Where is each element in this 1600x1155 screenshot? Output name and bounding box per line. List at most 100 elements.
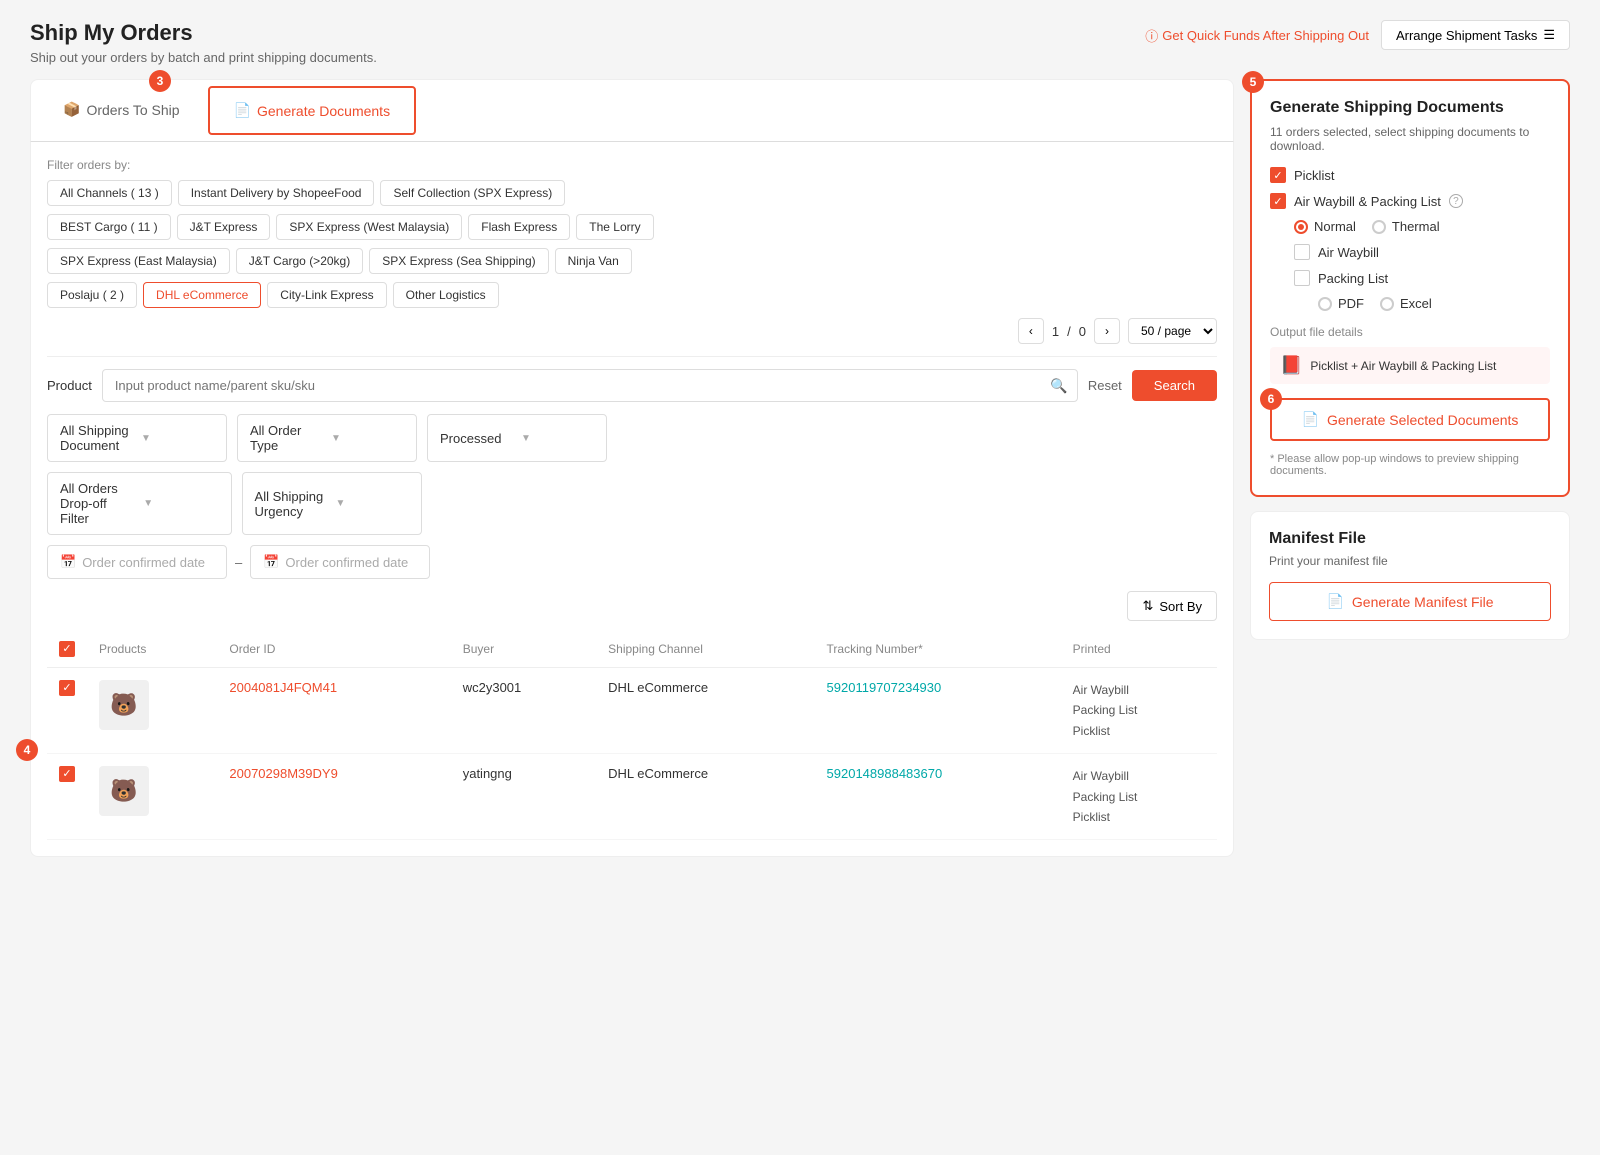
step6-badge: 6 [1260, 388, 1282, 410]
get-quick-funds-link[interactable]: ⓘ Get Quick Funds After Shipping Out [1145, 26, 1369, 45]
status-dropdown[interactable]: Processed ▼ [427, 414, 607, 462]
filter-chips-row4: Poslaju ( 2 ) DHL eCommerce City-Link Ex… [47, 282, 1217, 308]
date-start-input[interactable]: 📅 Order confirmed date [47, 545, 227, 579]
date-separator: – [235, 555, 242, 570]
sort-button[interactable]: ⇅ Sort By [1127, 591, 1217, 621]
radio-normal-inner [1298, 224, 1304, 230]
dropoff-dropdown[interactable]: All Orders Drop-off Filter ▼ [47, 472, 232, 535]
order-id-link-2[interactable]: 20070298M39DY9 [229, 766, 337, 781]
packing-list-label: Packing List [1318, 271, 1388, 286]
chip-other-logistics[interactable]: Other Logistics [393, 282, 499, 308]
chip-spx-west[interactable]: SPX Express (West Malaysia) [276, 214, 462, 240]
filter-label: Filter orders by: [47, 158, 1217, 172]
order-type-dropdown[interactable]: All Order Type ▼ [237, 414, 417, 462]
generate-manifest-button[interactable]: 📄 Generate Manifest File [1269, 582, 1551, 621]
output-section: Output file details 📕 Picklist + Air Way… [1270, 325, 1550, 384]
radio-normal[interactable]: Normal [1294, 219, 1356, 234]
popup-note: * Please allow pop-up windows to preview… [1270, 453, 1550, 477]
radio-pdf-label: PDF [1338, 296, 1364, 311]
radio-excel-dot [1380, 297, 1394, 311]
row-checkbox-2[interactable]: ✓ [59, 766, 75, 782]
chip-citylink[interactable]: City-Link Express [267, 282, 386, 308]
air-waybill-sub-option: Air Waybill [1294, 244, 1550, 260]
page-total: 0 [1079, 324, 1086, 339]
urgency-dropdown[interactable]: All Shipping Urgency ▼ [242, 472, 422, 535]
radio-excel[interactable]: Excel [1380, 296, 1432, 311]
date-end-input[interactable]: 📅 Order confirmed date [250, 545, 430, 579]
tab-orders-to-ship[interactable]: 📦 Orders To Ship [39, 87, 204, 134]
row-checkbox-1[interactable]: ✓ [59, 680, 75, 696]
product-thumbnail-1: 🐻 [99, 680, 149, 730]
picklist-option: ✓ Picklist [1270, 167, 1550, 183]
reset-button[interactable]: Reset [1088, 378, 1122, 393]
page-sep: / [1067, 324, 1071, 339]
manifest-icon: 📄 [1326, 593, 1343, 610]
search-icon: 🔍 [1050, 377, 1067, 394]
generate-btn-wrap: 6 📄 Generate Selected Documents [1270, 398, 1550, 441]
shipping-doc-dropdown[interactable]: All Shipping Document ▼ [47, 414, 227, 462]
chip-ninja-van[interactable]: Ninja Van [555, 248, 632, 274]
packing-format-radios: PDF Excel [1318, 296, 1550, 311]
chip-dhl[interactable]: DHL eCommerce [143, 282, 261, 308]
step3-badge: 3 [149, 70, 171, 92]
chip-all-channels[interactable]: All Channels ( 13 ) [47, 180, 172, 206]
check-icon: ✓ [62, 769, 71, 780]
air-waybill-packing-option: ✓ Air Waybill & Packing List ? [1270, 193, 1550, 209]
filter-dropdowns-row2: All Orders Drop-off Filter ▼ All Shippin… [47, 472, 1217, 535]
arrange-shipment-label: Arrange Shipment Tasks [1396, 28, 1537, 43]
shipping-channel-2: DHL eCommerce [596, 754, 814, 840]
output-file-name: Picklist + Air Waybill & Packing List [1310, 359, 1496, 373]
product-search-input[interactable] [102, 369, 1078, 402]
picklist-label: Picklist [1294, 168, 1334, 183]
chip-jt-express[interactable]: J&T Express [177, 214, 271, 240]
search-button[interactable]: Search [1132, 370, 1217, 401]
check-icon: ✓ [1273, 169, 1282, 182]
pdf-icon: 📕 [1280, 355, 1302, 376]
radio-thermal-dot [1372, 220, 1386, 234]
calendar-icon: 📅 [60, 554, 76, 570]
chip-jt-cargo[interactable]: J&T Cargo (>20kg) [236, 248, 364, 274]
tracking-link-1[interactable]: 5920119707234930 [827, 680, 942, 695]
table-row: ✓ 🐻 2004081J4FQM41 wc2y3001 DHL eCommerc… [47, 668, 1217, 754]
per-page-select[interactable]: 50 / page [1128, 318, 1217, 344]
printed-list-1: Air Waybill Packing List Picklist [1073, 680, 1205, 741]
radio-normal-dot [1294, 220, 1308, 234]
radio-excel-label: Excel [1400, 296, 1432, 311]
chip-instant-delivery[interactable]: Instant Delivery by ShopeeFood [178, 180, 375, 206]
air-waybill-packing-checkbox[interactable]: ✓ [1270, 193, 1286, 209]
radio-pdf-dot [1318, 297, 1332, 311]
next-page-button[interactable]: › [1094, 318, 1120, 344]
select-all-checkbox[interactable]: ✓ [59, 641, 75, 657]
radio-pdf[interactable]: PDF [1318, 296, 1364, 311]
menu-icon: ☰ [1543, 27, 1555, 43]
packing-list-checkbox[interactable] [1294, 270, 1310, 286]
arrange-shipment-button[interactable]: Arrange Shipment Tasks ☰ [1381, 20, 1570, 50]
chip-poslaju[interactable]: Poslaju ( 2 ) [47, 282, 137, 308]
chevron-down-icon: ▼ [521, 433, 594, 444]
chip-best-cargo[interactable]: BEST Cargo ( 11 ) [47, 214, 171, 240]
chip-the-lorry[interactable]: The Lorry [576, 214, 653, 240]
air-waybill-only-checkbox[interactable] [1294, 244, 1310, 260]
generate-docs-title: Generate Shipping Documents [1270, 99, 1550, 117]
col-order-id: Order ID [217, 631, 450, 668]
chip-spx-east[interactable]: SPX Express (East Malaysia) [47, 248, 230, 274]
manifest-subtitle: Print your manifest file [1269, 554, 1551, 568]
filter-chips-row2: BEST Cargo ( 11 ) J&T Express SPX Expres… [47, 214, 1217, 240]
print-type-radios: Normal Thermal [1294, 219, 1550, 234]
order-id-link-1[interactable]: 2004081J4FQM41 [229, 680, 337, 695]
col-shipping-channel: Shipping Channel [596, 631, 814, 668]
chip-self-collection[interactable]: Self Collection (SPX Express) [380, 180, 565, 206]
box-icon: 📦 [63, 101, 80, 118]
tab-generate-documents[interactable]: 📄 Generate Documents [208, 86, 417, 135]
picklist-checkbox[interactable]: ✓ [1270, 167, 1286, 183]
tracking-link-2[interactable]: 5920148988483670 [827, 766, 943, 781]
prev-page-button[interactable]: ‹ [1018, 318, 1044, 344]
orders-table: ✓ Products Order ID Buyer Shipping Chann… [47, 631, 1217, 840]
chip-flash-express[interactable]: Flash Express [468, 214, 570, 240]
radio-thermal[interactable]: Thermal [1372, 219, 1440, 234]
check-icon: ✓ [1273, 195, 1282, 208]
generate-selected-docs-button[interactable]: 📄 Generate Selected Documents [1270, 398, 1550, 441]
help-icon[interactable]: ? [1449, 194, 1463, 208]
chip-spx-sea[interactable]: SPX Express (Sea Shipping) [369, 248, 548, 274]
output-label: Output file details [1270, 325, 1550, 339]
